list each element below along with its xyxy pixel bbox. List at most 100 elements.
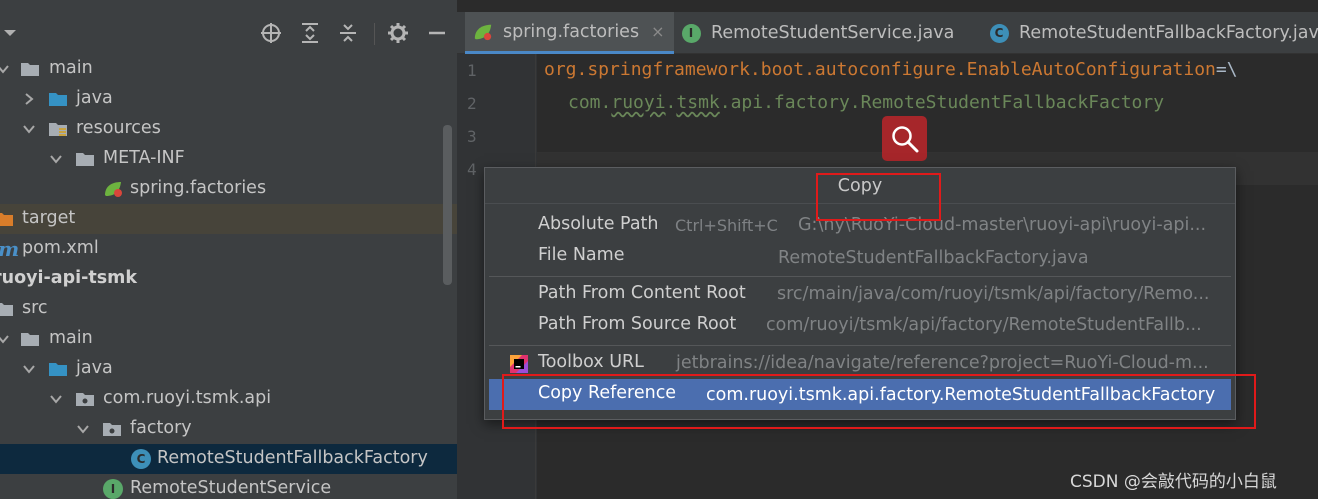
menu-item-label: Path From Content Root: [538, 283, 746, 303]
code-token: tsmk: [676, 92, 720, 113]
close-icon[interactable]: ×: [651, 22, 664, 41]
annotation-box-copy-title: [816, 173, 941, 221]
tree-item-label: META-INF: [103, 148, 185, 168]
toolbar-divider: [374, 23, 375, 45]
code-line-1[interactable]: org.springframework.boot.autoconfigure.E…: [544, 59, 1238, 80]
line-number: 3: [467, 127, 477, 146]
tree-item-ruoyi-api-tsmk[interactable]: ruoyi-api-tsmk: [0, 264, 457, 294]
tree-item-java-2[interactable]: java: [0, 354, 457, 384]
menu-item-path-from-source-root[interactable]: Path From Source Root com/ruoyi/tsmk/api…: [489, 310, 1231, 341]
tree-item-spring-factories[interactable]: spring.factories: [0, 174, 457, 204]
tree-item-pom-xml[interactable]: m pom.xml: [0, 234, 457, 264]
code-token: com.: [568, 92, 612, 113]
tree-item-label: main: [49, 328, 93, 348]
tree-item-label: java: [76, 358, 113, 378]
project-toolbar: [0, 12, 457, 54]
menu-item-shortcut: Ctrl+Shift+C: [675, 216, 778, 235]
maven-icon: m: [0, 237, 20, 261]
gear-icon[interactable]: [385, 21, 411, 45]
excluded-folder-icon: [0, 213, 13, 226]
resources-folder-icon: [49, 123, 67, 136]
menu-item-label: Path From Source Root: [538, 314, 737, 334]
menu-separator: [489, 276, 1231, 277]
tree-item-label: RemoteStudentService: [130, 478, 332, 498]
chevron-down-icon[interactable]: [49, 152, 63, 166]
spring-leaf-icon: [473, 22, 493, 42]
editor-tab-bar: spring.factories × I RemoteStudentServic…: [457, 12, 1318, 54]
tree-item-package-api[interactable]: com.ruoyi.tsmk.api: [0, 384, 457, 414]
tree-item-src[interactable]: src: [0, 294, 457, 324]
source-folder-icon: [49, 93, 67, 106]
tree-item-label: factory: [130, 418, 192, 438]
jetbrains-toolbox-icon: [510, 355, 528, 373]
tree-item-resources[interactable]: resources: [0, 114, 457, 144]
search-icon: [891, 125, 918, 152]
menu-item-value: src/main/java/com/ruoyi/tsmk/api/factory…: [777, 284, 1210, 304]
interface-icon: I: [681, 23, 701, 43]
tab-remote-student-fallback-factory[interactable]: C RemoteStudentFallbackFactory.java: [989, 12, 1318, 54]
tree-item-remote-student-fallback-factory[interactable]: C RemoteStudentFallbackFactory: [0, 444, 457, 474]
line-number: 4: [467, 160, 477, 179]
folder-icon: [21, 333, 39, 346]
tab-label: RemoteStudentFallbackFactory.java: [1019, 23, 1318, 43]
tree-item-label: RemoteStudentFallbackFactory: [157, 448, 428, 468]
folder-icon: [0, 303, 13, 316]
menu-item-file-name[interactable]: File Name RemoteStudentFallbackFactory.j…: [489, 241, 1231, 272]
folder-icon: [21, 63, 39, 76]
tree-item-package-factory[interactable]: factory: [0, 414, 457, 444]
property-separator: =\: [1215, 59, 1238, 80]
menu-item-label: Absolute Path: [538, 214, 659, 234]
chevron-down-icon[interactable]: [0, 332, 10, 346]
tab-label: RemoteStudentService.java: [711, 23, 955, 43]
tree-item-label: main: [49, 58, 93, 78]
line-number: 2: [467, 94, 477, 113]
menu-item-value: com/ruoyi/tsmk/api/factory/RemoteStudent…: [766, 315, 1202, 335]
project-tree: main java resources META-INF spring.fact…: [0, 54, 457, 499]
collapse-all-icon[interactable]: [335, 21, 361, 45]
package-icon: [76, 393, 94, 406]
chevron-down-icon[interactable]: [76, 422, 90, 436]
project-panel: main java resources META-INF spring.fact…: [0, 0, 457, 499]
find-action-button[interactable]: [882, 116, 927, 161]
menu-item-label: Toolbox URL: [538, 352, 644, 372]
tree-item-target[interactable]: target: [0, 204, 457, 234]
chevron-down-icon[interactable]: [3, 26, 17, 40]
crosshair-icon[interactable]: [258, 21, 284, 45]
source-folder-icon: [49, 363, 67, 376]
menu-item-label: File Name: [538, 245, 625, 265]
code-token: .: [665, 92, 677, 113]
tree-item-label: com.ruoyi.tsmk.api: [103, 388, 272, 408]
module-label: ruoyi-api-tsmk: [0, 268, 138, 288]
chevron-down-icon[interactable]: [22, 122, 36, 136]
spring-leaf-icon: [105, 182, 122, 197]
tree-item-meta-inf[interactable]: META-INF: [0, 144, 457, 174]
menu-item-path-from-content-root[interactable]: Path From Content Root src/main/java/com…: [489, 279, 1231, 310]
tree-item-main-2[interactable]: main: [0, 324, 457, 354]
tab-remote-student-service[interactable]: I RemoteStudentService.java: [681, 12, 954, 54]
code-token: .api.factory.RemoteStudentFallbackFactor…: [719, 92, 1165, 113]
tree-scrollbar[interactable]: [443, 125, 452, 285]
code-token: ruoyi: [611, 92, 666, 113]
tree-item-main[interactable]: main: [0, 54, 457, 84]
package-icon: [103, 423, 121, 436]
folder-icon: [76, 153, 94, 166]
class-icon: C: [989, 23, 1009, 43]
tree-item-label: target: [22, 208, 76, 228]
property-key: org.springframework.boot.autoconfigure.E…: [544, 59, 1216, 80]
annotation-box-copy-reference: [502, 374, 1256, 429]
chevron-down-icon[interactable]: [49, 392, 63, 406]
chevron-down-icon[interactable]: [22, 362, 36, 376]
chevron-right-icon[interactable]: [22, 92, 36, 106]
code-line-2[interactable]: com.ruoyi.tsmk.api.factory.RemoteStudent…: [568, 92, 1164, 113]
minimize-icon[interactable]: [424, 21, 450, 45]
tree-item-label: java: [76, 88, 113, 108]
tab-label: spring.factories: [503, 21, 640, 42]
line-number: 1: [467, 61, 477, 80]
tree-item-java[interactable]: java: [0, 84, 457, 114]
tree-item-label: spring.factories: [130, 178, 267, 198]
tree-item-remote-student-service[interactable]: I RemoteStudentService: [0, 474, 457, 499]
chevron-down-icon[interactable]: [0, 62, 10, 76]
expand-all-icon[interactable]: [297, 21, 323, 45]
tree-item-label: resources: [76, 118, 161, 138]
tab-spring-factories[interactable]: spring.factories ×: [465, 12, 675, 54]
